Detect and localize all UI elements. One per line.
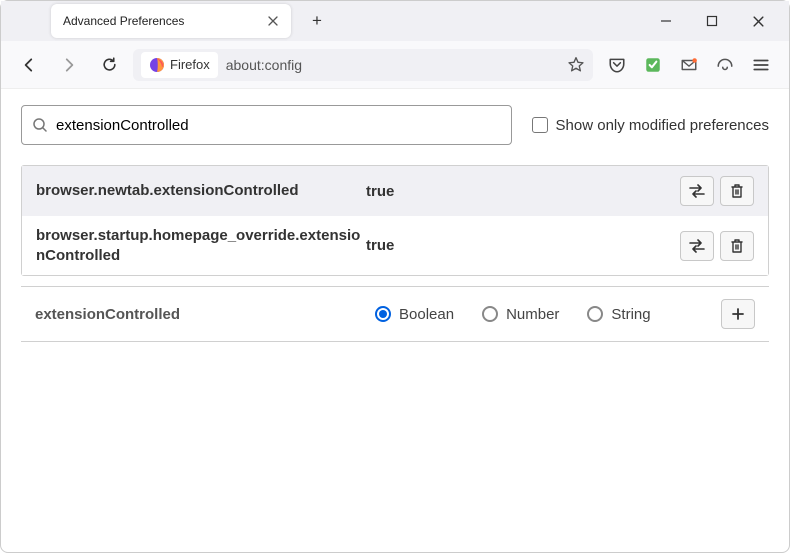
content-area: pcrisk.com Show only modified preference… <box>1 89 789 367</box>
preference-value: true <box>366 237 680 254</box>
profile-icon[interactable] <box>709 49 741 81</box>
navbar: Firefox about:config <box>1 41 789 89</box>
radio-icon <box>587 306 603 322</box>
new-tab-button[interactable]: + <box>303 7 331 35</box>
preference-row[interactable]: browser.newtab.extensionControlled true <box>22 166 768 216</box>
close-window-button[interactable] <box>737 5 779 37</box>
extension-icon[interactable] <box>637 49 669 81</box>
address-bar[interactable]: Firefox about:config <box>133 49 593 81</box>
menu-icon[interactable] <box>745 49 777 81</box>
radio-number[interactable]: Number <box>482 306 559 323</box>
type-radio-group: Boolean Number String <box>375 306 711 323</box>
delete-button[interactable] <box>720 176 754 206</box>
radio-icon <box>482 306 498 322</box>
toggle-button[interactable] <box>680 231 714 261</box>
close-tab-icon[interactable] <box>267 15 279 27</box>
new-preference-name: extensionControlled <box>35 306 365 323</box>
mail-icon[interactable] <box>673 49 705 81</box>
forward-button[interactable] <box>53 49 85 81</box>
radio-label: Number <box>506 306 559 323</box>
radio-icon <box>375 306 391 322</box>
preference-value: true <box>366 183 680 200</box>
preference-row[interactable]: browser.startup.homepage_override.extens… <box>22 216 768 275</box>
radio-label: Boolean <box>399 306 454 323</box>
add-button[interactable] <box>721 299 755 329</box>
firefox-logo-icon <box>149 57 165 73</box>
preference-name: browser.newtab.extensionControlled <box>36 181 366 201</box>
toggle-button[interactable] <box>680 176 714 206</box>
preferences-table: browser.newtab.extensionControlled true … <box>21 165 769 276</box>
delete-button[interactable] <box>720 231 754 261</box>
minimize-button[interactable] <box>645 5 687 37</box>
show-modified-checkbox[interactable]: Show only modified preferences <box>532 117 769 134</box>
new-preference-row: extensionControlled Boolean Number Strin… <box>21 286 769 341</box>
search-box[interactable] <box>21 105 512 145</box>
identity-label: Firefox <box>170 57 210 72</box>
browser-tab[interactable]: Advanced Preferences <box>51 4 291 38</box>
reload-button[interactable] <box>93 49 125 81</box>
window-controls <box>645 5 789 37</box>
radio-label: String <box>611 306 650 323</box>
radio-boolean[interactable]: Boolean <box>375 306 454 323</box>
titlebar: Advanced Preferences + <box>1 1 789 41</box>
back-button[interactable] <box>13 49 45 81</box>
pocket-icon[interactable] <box>601 49 633 81</box>
bookmark-star-icon[interactable] <box>567 56 585 74</box>
checkbox-icon[interactable] <box>532 117 548 133</box>
maximize-button[interactable] <box>691 5 733 37</box>
url-text: about:config <box>226 57 302 73</box>
search-icon <box>32 117 48 133</box>
radio-string[interactable]: String <box>587 306 650 323</box>
identity-badge[interactable]: Firefox <box>141 52 218 78</box>
search-input[interactable] <box>48 117 501 134</box>
tab-title: Advanced Preferences <box>63 14 184 28</box>
preference-name: browser.startup.homepage_override.extens… <box>36 226 366 265</box>
checkbox-label: Show only modified preferences <box>556 117 769 134</box>
